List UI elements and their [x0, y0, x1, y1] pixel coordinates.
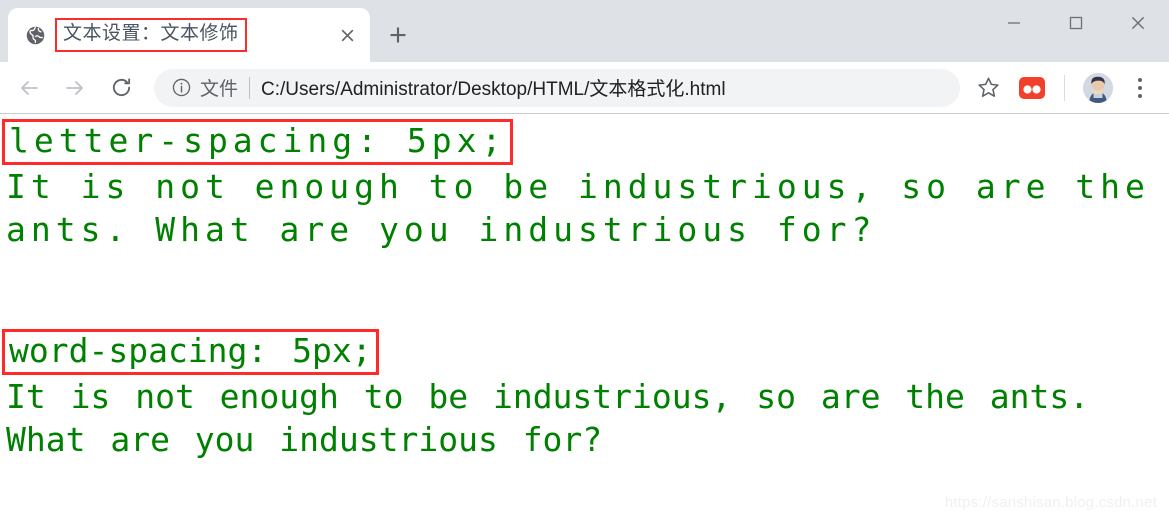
tab-strip: 文本设置：文本修饰: [0, 0, 1169, 62]
url-text[interactable]: C:/Users/Administrator/Desktop/HTML/文本格式…: [261, 74, 954, 101]
maximize-icon[interactable]: [1045, 0, 1107, 46]
minimize-icon[interactable]: [983, 0, 1045, 46]
tab-close-icon[interactable]: [330, 18, 364, 52]
letter-spacing-paragraph: It is not enough to be industrious, so a…: [6, 166, 1150, 249]
back-arrow-icon[interactable]: [8, 67, 50, 109]
extension-icon[interactable]: [1018, 74, 1046, 102]
three-dot-menu-icon[interactable]: [1123, 68, 1157, 108]
page-content: letter-spacing: 5px; It is not enough to…: [0, 114, 1169, 514]
browser-toolbar: 文件 C:/Users/Administrator/Desktop/HTML/文…: [0, 62, 1169, 114]
close-icon[interactable]: [1107, 0, 1169, 46]
toolbar-separator: [1064, 74, 1065, 101]
watermark: https://sanshisan.blog.csdn.net: [944, 494, 1157, 511]
menu-dot: [1138, 93, 1142, 98]
new-tab-button[interactable]: [376, 13, 420, 57]
omnibox-separator: [249, 76, 251, 99]
globe-icon: [24, 24, 46, 46]
browser-tab[interactable]: 文本设置：文本修饰: [8, 8, 370, 62]
avatar[interactable]: [1083, 72, 1113, 103]
word-spacing-section: word-spacing: 5px; It is not enough to b…: [2, 329, 1167, 461]
window-controls: [983, 0, 1169, 46]
letter-spacing-section: letter-spacing: 5px; It is not enough to…: [2, 119, 1167, 251]
letter-spacing-heading: letter-spacing: 5px;: [2, 119, 514, 165]
browser-window: 文本设置：文本修饰 文件 C:/Users/Administrator/Desk…: [0, 0, 1169, 514]
star-icon[interactable]: [968, 68, 1008, 108]
address-bar[interactable]: 文件 C:/Users/Administrator/Desktop/HTML/文…: [154, 68, 960, 107]
scheme-label: 文件: [200, 79, 239, 100]
info-circle-icon[interactable]: [168, 75, 194, 101]
word-spacing-paragraph: It is not enough to be industrious, so a…: [6, 376, 1090, 459]
menu-dot: [1138, 85, 1142, 90]
reload-icon[interactable]: [100, 67, 142, 109]
word-spacing-heading: word-spacing: 5px;: [2, 329, 379, 375]
forward-arrow-icon[interactable]: [54, 67, 96, 109]
tab-title: 文本设置：文本修饰: [55, 18, 247, 52]
tab-title-container: 文本设置：文本修饰: [55, 18, 330, 52]
menu-dot: [1138, 77, 1142, 82]
